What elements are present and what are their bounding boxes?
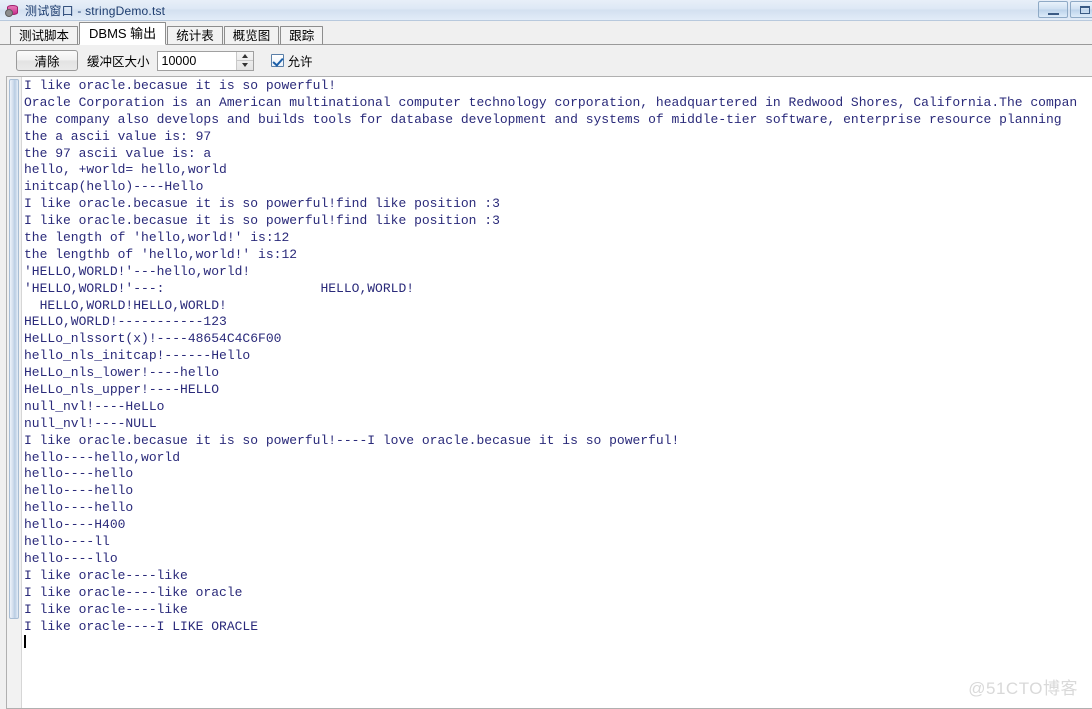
- minimize-icon: [1047, 8, 1059, 15]
- output-line: HELLO,WORLD!-----------123: [24, 314, 227, 330]
- tab-bar: 测试脚本 DBMS 输出 统计表 概览图 跟踪: [0, 21, 1092, 45]
- chevron-down-icon: [241, 63, 248, 68]
- tab-trace[interactable]: 跟踪: [280, 26, 324, 45]
- enable-output-checkbox-group[interactable]: 允许: [270, 51, 313, 70]
- spin-up-button[interactable]: [236, 52, 253, 61]
- output-line: hello----hello: [24, 500, 134, 516]
- output-line: initcap(hello)----Hello: [24, 179, 204, 195]
- output-line: the length of 'hello,world!' is:12: [24, 230, 290, 246]
- tab-test-script[interactable]: 测试脚本: [10, 26, 79, 45]
- output-line: I like oracle----like oracle: [24, 584, 243, 600]
- text-caret: [24, 635, 26, 649]
- vertical-scrollbar[interactable]: [7, 77, 22, 708]
- spin-down-button[interactable]: [237, 61, 253, 70]
- enable-output-label: 允许: [287, 55, 313, 69]
- output-line: I like oracle.becasue it is so powerful!…: [24, 196, 500, 212]
- output-line: hello, +world= hello,world: [24, 162, 227, 178]
- output-line: hello_nls_initcap!------Hello: [24, 348, 251, 364]
- output-line: hello----ll: [24, 534, 110, 550]
- output-line: I like oracle----like: [24, 601, 188, 617]
- tab-statistics[interactable]: 统计表: [167, 26, 223, 45]
- output-line: HELLO,WORLD!HELLO,WORLD!: [24, 297, 227, 313]
- window-controls: [1038, 1, 1092, 18]
- output-line: hello----hello: [24, 483, 134, 499]
- buffer-size-stepper[interactable]: [156, 50, 254, 71]
- output-toolbar: 清除 缓冲区大小 允许: [0, 45, 1092, 76]
- title-bar: 测试窗口 - stringDemo.tst: [0, 0, 1092, 21]
- output-line: Oracle Corporation is an American multin…: [24, 94, 1078, 110]
- output-line: hello----hello,world: [24, 449, 181, 465]
- maximize-icon: [1080, 5, 1090, 14]
- output-line: 'HELLO,WORLD!'---hello,world!: [24, 263, 251, 279]
- dbms-output-pane: I like oracle.becasue it is so powerful!…: [6, 76, 1092, 709]
- window-title: 测试窗口 - stringDemo.tst: [25, 3, 166, 18]
- output-line: the lengthb of 'hello,world!' is:12: [24, 246, 298, 262]
- tab-overview[interactable]: 概览图: [223, 26, 280, 45]
- output-line: null_nvl!----HeLLo: [24, 398, 165, 414]
- output-line: I like oracle----I LIKE ORACLE: [24, 618, 259, 634]
- tab-dbms-output[interactable]: DBMS 输出: [79, 22, 167, 45]
- output-line: I like oracle.becasue it is so powerful!…: [24, 432, 680, 448]
- clear-button[interactable]: 清除: [16, 50, 78, 71]
- output-line: HeLLo_nls_upper!----HELLO: [24, 382, 220, 398]
- output-line: hello----H400: [24, 517, 126, 533]
- chevron-up-icon: [241, 53, 248, 58]
- buffer-size-input[interactable]: [157, 51, 236, 70]
- enable-output-checkbox[interactable]: [270, 54, 284, 67]
- output-line: the a ascii value is: 97: [24, 128, 212, 144]
- output-line: I like oracle----like: [24, 567, 188, 583]
- minimize-button[interactable]: [1038, 1, 1068, 18]
- output-line: null_nvl!----NULL: [24, 415, 157, 431]
- output-line: I like oracle.becasue it is so powerful!…: [24, 213, 500, 229]
- database-gear-icon: [5, 2, 21, 18]
- output-line: the 97 ascii value is: a: [24, 145, 212, 161]
- output-line: hello----llo: [24, 550, 118, 566]
- output-line: HeLLo_nls_lower!----hello: [24, 365, 220, 381]
- output-line: 'HELLO,WORLD!'---: HELLO,WORLD!: [24, 280, 415, 296]
- output-line: The company also develops and builds too…: [24, 111, 1062, 127]
- output-line: hello----hello: [24, 466, 134, 482]
- output-line: HeLLo_nlssort(x)!----48654C4C6F00: [24, 331, 282, 347]
- output-line: I like oracle.becasue it is so powerful!: [24, 78, 337, 93]
- scrollbar-thumb[interactable]: [9, 79, 19, 619]
- maximize-button[interactable]: [1070, 1, 1092, 18]
- output-caret-line: [24, 635, 1092, 652]
- application-window: 测试窗口 - stringDemo.tst 测试脚本 DBMS 输出 统计表 概…: [0, 0, 1092, 709]
- buffer-size-label: 缓冲区大小: [87, 55, 150, 69]
- buffer-size-spin-arrows[interactable]: [235, 51, 253, 70]
- output-text-region[interactable]: I like oracle.becasue it is so powerful!…: [22, 77, 1092, 708]
